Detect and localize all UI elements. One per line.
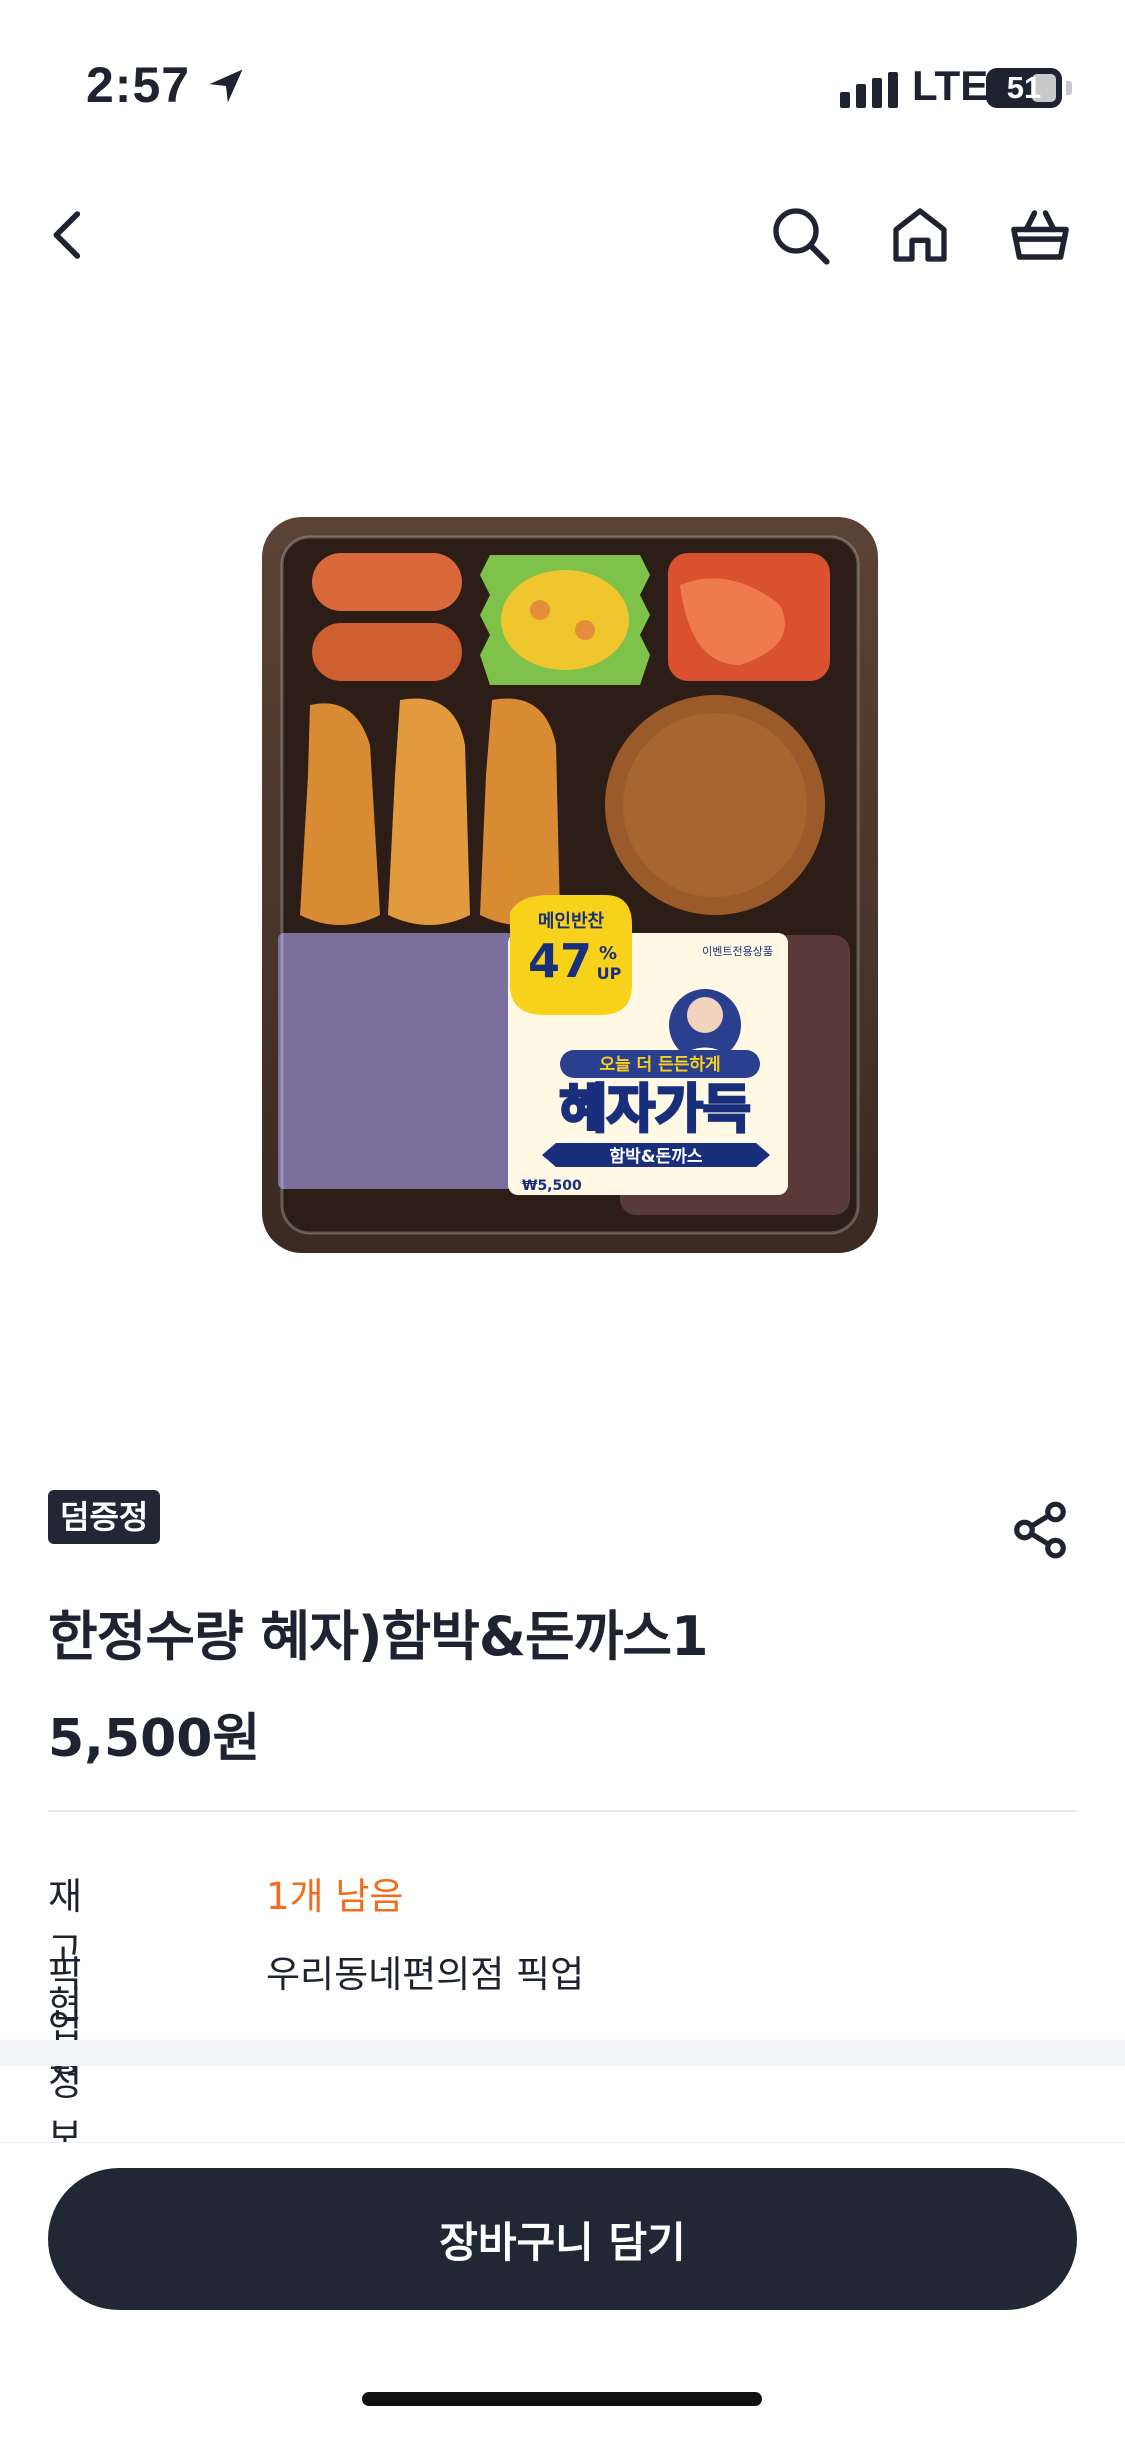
share-button[interactable] [1000,1490,1080,1570]
shopping-basket-icon [1011,210,1069,260]
status-time: 2:57 [86,57,191,113]
add-to-cart-button[interactable]: 장바구니 담기 [48,2168,1077,2310]
product-image: 메인반찬 47 % UP 이벤트전용상품 오늘 더 든든하게 혜자가득 함박&돈… [260,515,880,1255]
battery-level: 51 [1006,70,1042,105]
battery-icon: 51 [986,68,1072,108]
search-button[interactable] [760,195,840,275]
home-button[interactable] [880,195,960,275]
promo-badge: 덤증정 [48,1490,161,1544]
share-icon [1014,1501,1066,1559]
stock-value: 1개 남음 [266,1875,404,1918]
network-label: LTE [912,62,989,109]
promo-top-text: 메인반찬 [538,911,605,932]
home-icon [893,208,947,262]
promo-unit-text: % [599,943,617,964]
label-price-text: ₩5,500 [522,1178,582,1194]
back-button[interactable] [28,195,108,275]
promo-percent-text: 47 [528,934,592,988]
slogan-text: 오늘 더 든든하게 [599,1055,720,1075]
search-icon [773,208,830,265]
status-bar: 2:57 LTE 51 [0,0,1125,160]
signal-icon [840,72,898,108]
menu-text: 함박&돈까스 [609,1146,702,1167]
product-price: 5,500원 [48,1709,261,1769]
home-indicator [362,2392,762,2406]
product-title: 한정수량 혜자)함박&돈까스1 [48,1605,709,1668]
cart-button[interactable] [1000,195,1080,275]
section-divider [0,2040,1125,2066]
location-arrow-icon [209,69,243,103]
brand-text: 혜자가득 [559,1080,750,1140]
chevron-left-icon [53,211,81,259]
divider [48,1810,1077,1812]
pickup-value: 우리동네편의점 픽업 [266,1953,585,1996]
promo-up-text: UP [597,964,622,983]
event-tag-text: 이벤트전용상품 [702,945,773,958]
